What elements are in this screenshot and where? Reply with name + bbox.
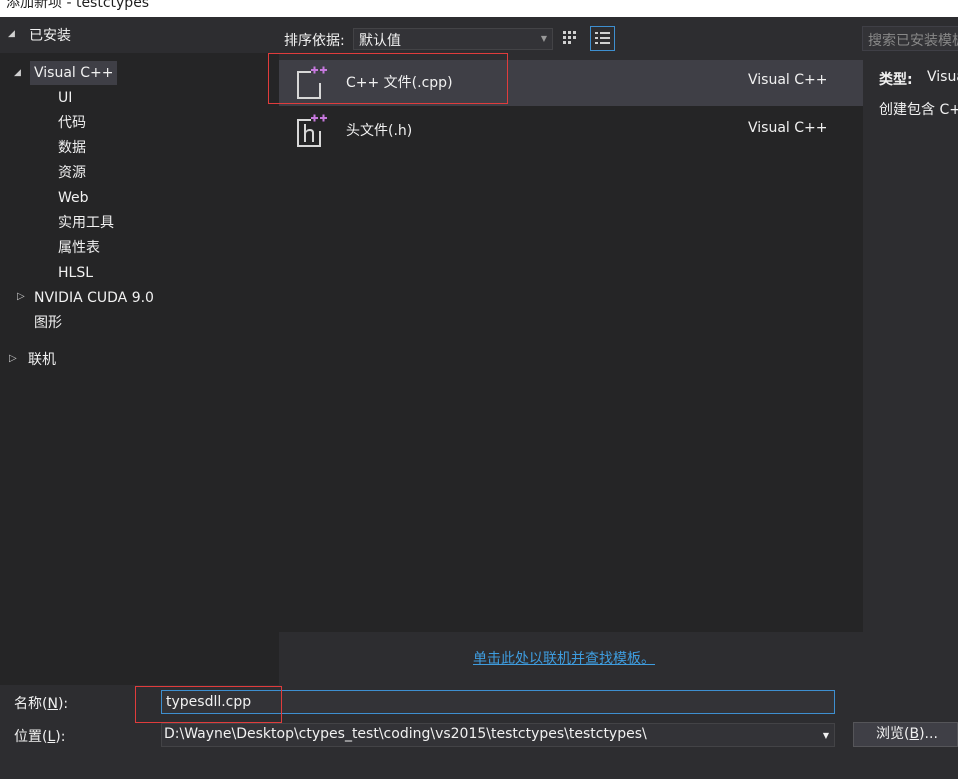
collapsed-caret-icon[interactable]: ▷ — [9, 347, 17, 371]
name-input[interactable] — [161, 690, 835, 714]
template-name: C++ 文件(.cpp) — [346, 75, 453, 91]
list-view-button[interactable] — [590, 26, 615, 51]
sort-label: 排序依据: — [284, 33, 345, 49]
expanded-caret-icon[interactable]: ◢ — [14, 61, 21, 85]
tree-installed-header[interactable]: ◢ 已安装 — [0, 17, 279, 53]
browse-button[interactable]: 浏览(B)... — [853, 722, 958, 747]
tree-node-nvidia-cuda[interactable]: NVIDIA CUDA 9.0 — [34, 286, 154, 310]
sort-value: 默认值 — [359, 33, 401, 49]
tree-node-utility[interactable]: 实用工具 — [58, 211, 114, 235]
tree-node-online[interactable]: 联机 — [28, 348, 56, 372]
template-language: Visual C++ — [748, 120, 828, 136]
window-titlebar: 添加新项 - testctypes — [0, 0, 958, 17]
search-templates-input[interactable]: 搜索已安装模板 — [862, 26, 958, 51]
template-name: 头文件(.h) — [346, 123, 413, 139]
tree-node-data[interactable]: 数据 — [58, 136, 86, 160]
sort-dropdown[interactable]: 默认值 ▼ — [353, 28, 553, 50]
details-type-value: Visual C++ — [927, 69, 958, 85]
tree-node-hlsl[interactable]: HLSL — [58, 261, 93, 285]
tree-node-visual-cpp[interactable]: Visual C++ — [30, 61, 118, 85]
tree-installed-label: 已安装 — [29, 28, 71, 44]
tree-node-code[interactable]: 代码 — [58, 111, 86, 135]
expanded-caret-icon[interactable]: ◢ — [8, 29, 15, 39]
template-list: C++ 文件(.cpp) Visual C++ 头文件(.h) Visual C… — [279, 60, 863, 632]
details-type-label: 类型: — [879, 72, 913, 88]
location-label: 位置(L): — [14, 729, 66, 745]
template-item-cpp[interactable]: C++ 文件(.cpp) Visual C++ — [279, 60, 863, 106]
tree-node-web[interactable]: Web — [58, 186, 89, 210]
header-file-icon — [297, 114, 327, 147]
tree-node-ui[interactable]: UI — [58, 86, 72, 110]
location-value: D:\Wayne\Desktop\ctypes_test\coding\vs20… — [164, 726, 647, 742]
category-tree: ◢ 已安装 ◢ Visual C++ UI 代码 数据 资源 Web 实用工具 … — [0, 17, 279, 685]
item-form: 名称(N): 位置(L): D:\Wayne\Desktop\ctypes_te… — [0, 685, 958, 779]
window-title: 添加新项 - testctypes — [6, 0, 150, 11]
template-details-panel: 类型: Visual C++ 创建包含 C++ 源代码的文件 — [863, 60, 958, 632]
list-view-icon — [595, 32, 610, 44]
template-item-header[interactable]: 头文件(.h) Visual C++ — [279, 108, 863, 154]
find-templates-online-link[interactable]: 单击此处以联机并查找模板。 — [473, 648, 655, 668]
tree-node-resource[interactable]: 资源 — [58, 161, 86, 185]
template-toolbar: 排序依据: 默认值 ▼ 搜索已安装模板 — [279, 17, 958, 60]
name-label: 名称(N): — [14, 696, 69, 712]
grid-view-button[interactable] — [559, 26, 584, 51]
collapsed-caret-icon[interactable]: ▷ — [17, 285, 25, 309]
cpp-file-icon — [297, 66, 327, 99]
dropdown-arrow-icon: ▼ — [822, 731, 829, 740]
template-language: Visual C++ — [748, 72, 828, 88]
details-description: 创建包含 C++ 源代码的文件 — [879, 102, 958, 118]
dropdown-arrow-icon: ▼ — [540, 34, 547, 43]
grid-view-icon — [563, 31, 576, 44]
tree-node-property-sheet[interactable]: 属性表 — [58, 236, 100, 260]
location-dropdown[interactable]: D:\Wayne\Desktop\ctypes_test\coding\vs20… — [161, 723, 835, 747]
tree-node-graphics[interactable]: 图形 — [34, 311, 62, 335]
